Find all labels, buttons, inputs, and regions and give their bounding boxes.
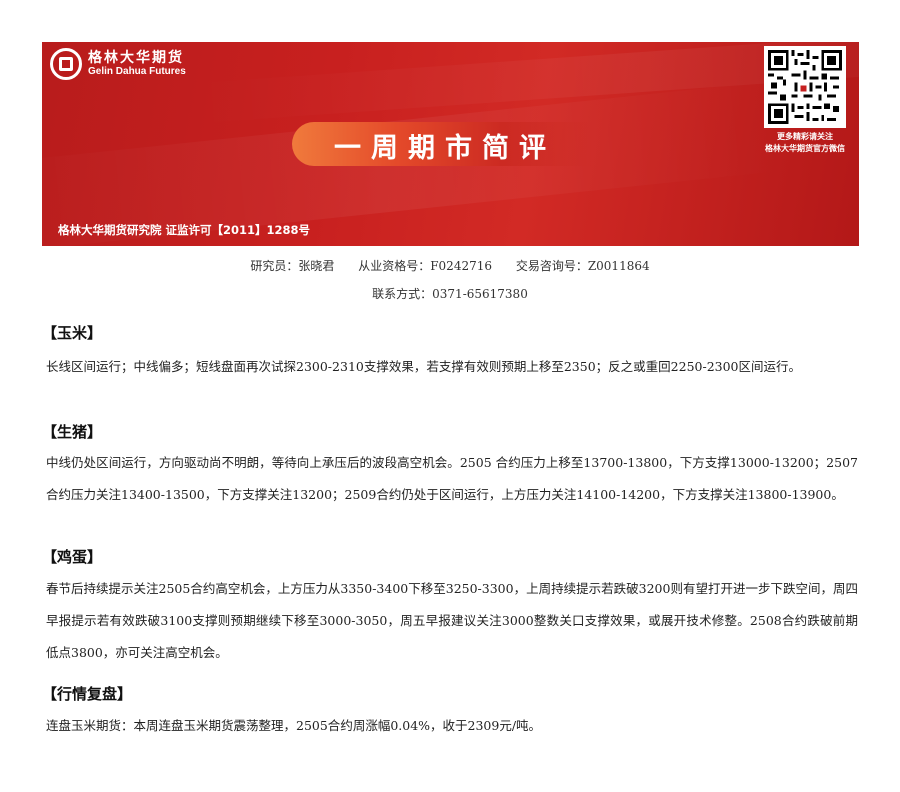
section-text-review: 连盘玉米期货：本周连盘玉米期货震荡整理，2505合约周涨幅0.04%，收于230… [46, 718, 542, 733]
section-heading-corn: 【玉米】 [42, 324, 103, 342]
qr-code-icon [764, 46, 846, 128]
researcher-name: 研究员：张晓君 [250, 259, 335, 273]
qualification-number: 从业资格号：F0242716 [358, 259, 492, 273]
section-heading-hog: 【生猪】 [42, 423, 103, 441]
section-heading-review: 【行情复盘】 [42, 685, 133, 703]
section-text-corn: 长线区间运行；中线偏多；短线盘面再次试探2300-2310支撑效果，若支撑有效则… [46, 359, 802, 374]
company-logo: 格林大华期货 Gelin Dahua Futures [50, 48, 186, 80]
report-title: 一周期市简评 [334, 133, 556, 164]
logo-english-name: Gelin Dahua Futures [88, 66, 186, 78]
consult-number: 交易咨询号：Z0011864 [515, 259, 650, 273]
researcher-info: 研究员：张晓君 从业资格号：F0242716 交易咨询号：Z0011864 [0, 257, 900, 274]
qr-caption-line-1: 更多精彩请关注 [777, 132, 833, 141]
header-banner: 格林大华期货 Gelin Dahua Futures 一周期市简评 更多精彩请关… [42, 42, 859, 246]
logo-mark-icon [50, 48, 82, 80]
contact-phone: 联系方式：0371-65617380 [372, 287, 528, 301]
qr-caption: 更多精彩请关注 格林大华期货官方微信 [742, 131, 859, 155]
contact-info: 联系方式：0371-65617380 [0, 285, 900, 302]
section-heading-egg: 【鸡蛋】 [42, 548, 103, 566]
logo-chinese-name: 格林大华期货 [88, 49, 184, 66]
section-text-egg: 春节后持续提示关注2505合约高空机会，上方压力从3350-3400下移至325… [46, 581, 858, 660]
section-text-hog: 中线仍处区间运行，方向驱动尚不明朗，等待向上承压后的波段高空机会。2505 合约… [46, 455, 858, 502]
license-text: 格林大华期货研究院 证监许可【2011】1288号 [58, 223, 311, 237]
qr-caption-line-2: 格林大华期货官方微信 [765, 144, 845, 153]
